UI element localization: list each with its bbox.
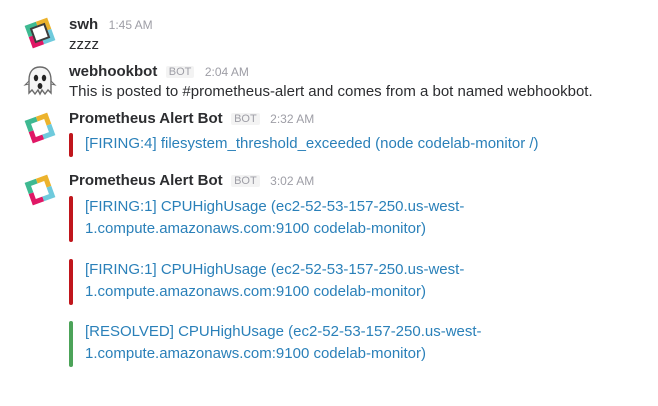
sender-name[interactable]: Prometheus Alert Bot (69, 110, 223, 127)
message-header: Prometheus Alert Bot BOT 2:32 AM (69, 109, 314, 129)
alert-link[interactable]: [FIRING:1] CPUHighUsage (ec2-52-53-157-2… (85, 196, 485, 240)
message-header: Prometheus Alert Bot BOT 3:02 AM (69, 171, 314, 191)
ghost-icon[interactable] (22, 63, 58, 99)
bot-badge: BOT (231, 175, 260, 187)
timestamp[interactable]: 2:04 AM (205, 65, 249, 79)
status-bar-firing (69, 196, 73, 242)
alert-attachment: [FIRING:4] filesystem_threshold_exceeded… (69, 133, 539, 157)
alert-attachment: [FIRING:1] CPUHighUsage (ec2-52-53-157-2… (69, 196, 489, 242)
alert-attachment: [FIRING:1] CPUHighUsage (ec2-52-53-157-2… (69, 259, 489, 305)
sender-name[interactable]: Prometheus Alert Bot (69, 172, 223, 189)
slack-logo-icon[interactable] (22, 172, 58, 208)
message-header: webhookbot BOT 2:04 AM (69, 62, 249, 82)
alert-link[interactable]: [RESOLVED] CPUHighUsage (ec2-52-53-157-2… (85, 321, 485, 365)
message-text: zzzz (69, 36, 99, 53)
bot-badge: BOT (165, 66, 195, 78)
sender-name[interactable]: swh (69, 16, 98, 33)
timestamp[interactable]: 3:02 AM (270, 174, 314, 188)
slack-logo-icon[interactable] (22, 110, 58, 146)
alert-attachment: [RESOLVED] CPUHighUsage (ec2-52-53-157-2… (69, 321, 489, 367)
sender-name[interactable]: webhookbot (69, 63, 157, 80)
status-bar-firing (69, 133, 73, 157)
slack-logo-icon[interactable] (22, 15, 58, 51)
alert-link[interactable]: [FIRING:4] filesystem_threshold_exceeded… (85, 133, 565, 155)
status-bar-firing (69, 259, 73, 305)
status-bar-resolved (69, 321, 73, 367)
message-text: This is posted to #prometheus-alert and … (69, 83, 593, 100)
timestamp[interactable]: 2:32 AM (270, 112, 314, 126)
message-header: swh 1:45 AM (69, 15, 153, 35)
alert-link[interactable]: [FIRING:1] CPUHighUsage (ec2-52-53-157-2… (85, 259, 485, 303)
timestamp[interactable]: 1:45 AM (109, 18, 153, 32)
bot-badge: BOT (231, 113, 260, 125)
